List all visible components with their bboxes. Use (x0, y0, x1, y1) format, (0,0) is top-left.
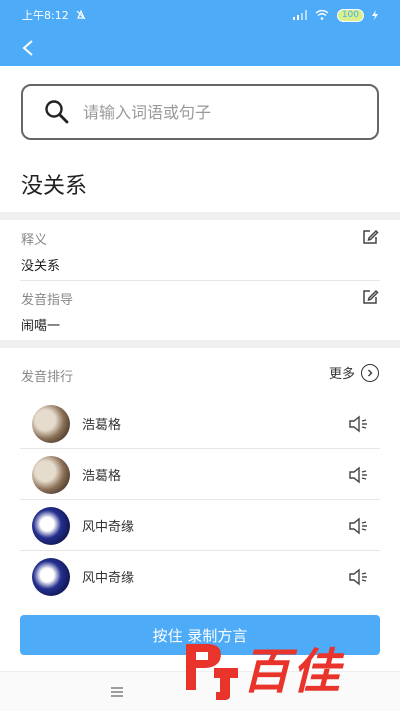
menu-icon[interactable] (110, 686, 124, 698)
speaker-icon[interactable] (348, 517, 370, 535)
definition-value: 没关系 (21, 259, 61, 274)
chevron-right-icon (361, 363, 379, 382)
status-time: 上午8:12 (22, 9, 69, 22)
more-button[interactable]: 更多 (329, 363, 379, 382)
avatar (32, 404, 70, 443)
watermark-text: 百佳 (242, 644, 343, 700)
section-divider (0, 212, 400, 220)
list-item[interactable]: 风中奇缘 (20, 551, 380, 602)
definition-label: 释义 (21, 233, 48, 248)
signal-icon (292, 10, 307, 20)
search-input[interactable] (83, 102, 333, 122)
watermark: 百佳 (180, 632, 380, 702)
speaker-icon[interactable] (348, 466, 370, 484)
section-divider (0, 340, 400, 348)
user-name: 风中奇缘 (82, 520, 135, 535)
status-bar: 上午8:12 100 (0, 0, 400, 30)
list-item[interactable]: 浩葛格 (20, 449, 380, 500)
speaker-icon[interactable] (348, 568, 370, 586)
wifi-icon (315, 10, 329, 20)
ranking-label: 发音排行 (21, 370, 74, 385)
alarm-off-icon (76, 9, 86, 20)
divider (20, 280, 380, 281)
avatar (32, 455, 70, 494)
pronunciation-label: 发音指导 (21, 293, 74, 308)
user-name: 浩葛格 (82, 469, 122, 484)
search-box[interactable] (21, 84, 379, 140)
edit-pronunciation-icon[interactable] (361, 288, 379, 306)
edit-definition-icon[interactable] (361, 228, 379, 246)
battery-indicator: 100 (336, 8, 364, 22)
list-item[interactable]: 风中奇缘 (20, 500, 380, 551)
avatar (32, 557, 70, 596)
pronunciation-value: 闹噶一 (21, 319, 61, 334)
charging-icon (372, 10, 378, 20)
word-title: 没关系 (21, 174, 88, 199)
more-label: 更多 (328, 367, 355, 382)
watermark-logo-icon (186, 644, 238, 700)
avatar (32, 506, 70, 545)
search-icon (45, 100, 69, 124)
back-arrow-icon (22, 40, 33, 56)
user-name: 风中奇缘 (82, 571, 135, 586)
user-name: 浩葛格 (82, 418, 122, 433)
app-bar (0, 30, 400, 66)
list-item[interactable]: 浩葛格 (20, 398, 380, 449)
status-icons: 100 (292, 8, 378, 22)
speaker-icon[interactable] (348, 415, 370, 433)
back-button[interactable] (14, 34, 42, 62)
